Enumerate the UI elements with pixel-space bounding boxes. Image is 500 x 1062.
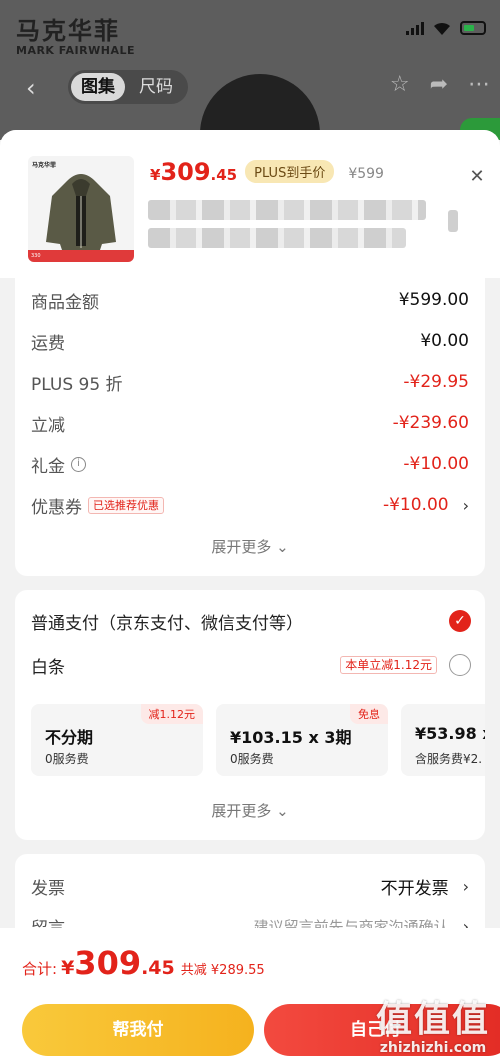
chevron-right-icon: › [462, 876, 469, 896]
row-label: 优惠券 已选推荐优惠 [31, 493, 164, 518]
row-coupon[interactable]: 优惠券 已选推荐优惠 -¥10.00 › [31, 493, 469, 518]
total-decimal: .45 [141, 957, 175, 979]
price-integer: 309 [160, 158, 211, 186]
top-actions: ☆ ➦ ⋯ [390, 72, 490, 97]
chevron-down-icon: ⌄ [276, 802, 289, 820]
row-shipping: 运费 ¥0.00 [31, 329, 469, 354]
total-saved: 共减 ¥289.55 [180, 963, 265, 978]
watermark: 值值值 zhizhizhi.com [375, 999, 490, 1057]
chevron-right-icon: › [462, 495, 469, 515]
product-thumbnail: 马克华菲 330 [28, 156, 134, 262]
row-label: 运费 [31, 333, 65, 354]
row-value: ¥599.00 [398, 290, 469, 310]
gallery-size-tabs: 图集 尺码 [68, 70, 188, 104]
coupon-label: 优惠券 [31, 497, 82, 518]
original-price: ¥599 [348, 166, 384, 182]
expand-label: 展开更多 [211, 802, 272, 820]
normal-payment-option[interactable]: 普通支付（京东支付、微信支付等） ✓ [31, 608, 471, 634]
installment-title: ¥103.15 x 3期 [230, 728, 352, 747]
installment-option[interactable]: 减1.12元 不分期 0服务费 [31, 704, 203, 776]
row-instant-discount: 立减 -¥239.60 [31, 411, 469, 436]
status-bar [406, 20, 486, 36]
row-label: 商品金额 [31, 292, 99, 313]
brand-logo-en: MARK FAIRWHALE [16, 44, 135, 57]
help-me-pay-button[interactable]: 帮我付 [22, 1004, 254, 1056]
row-gift-money: 礼金 i -¥10.00 [31, 452, 469, 477]
payment-card: 普通支付（京东支付、微信支付等） ✓ 白条 本单立减1.12元 减1.12元 不… [15, 590, 485, 840]
product-summary: 马克华菲 330 ¥ 309 .45 PLUS到手价 ¥599 ✕ [0, 130, 500, 278]
normal-payment-label: 普通支付（京东支付、微信支付等） [31, 613, 303, 634]
tab-size[interactable]: 尺码 [129, 73, 183, 101]
row-value: -¥239.60 [392, 413, 469, 433]
tab-gallery[interactable]: 图集 [71, 73, 125, 101]
checkout-footer: 合计: ¥ 309 .45 共减 ¥289.55 帮我付 自己付 值值值 zhi… [0, 928, 500, 1062]
row-label: PLUS 95 折 [31, 374, 123, 395]
expand-more-button[interactable]: 展开更多 ⌄ [15, 800, 485, 821]
thumbnail-promo-strip: 330 [28, 250, 134, 262]
star-icon[interactable]: ☆ [390, 72, 410, 97]
radio-checked-icon[interactable]: ✓ [449, 610, 471, 632]
back-icon[interactable]: ‹ [26, 74, 36, 102]
watermark-url: zhizhizhi.com [379, 1040, 487, 1056]
installment-title: 不分期 [45, 728, 94, 747]
invoice-value: 不开发票 [380, 878, 449, 899]
brand-logo: 马克华菲 MARK FAIRWHALE [16, 18, 135, 57]
expand-label: 展开更多 [211, 538, 272, 556]
jacket-image [46, 174, 116, 250]
row-value: -¥10.00 [382, 495, 449, 515]
wifi-icon [434, 22, 450, 35]
installment-corner-tag: 免息 [350, 704, 388, 724]
price-currency: ¥ [150, 166, 161, 184]
installment-option[interactable]: 免息 ¥103.15 x 3期 0服务费 [216, 704, 388, 776]
row-value: -¥29.95 [403, 372, 469, 392]
share-icon[interactable]: ➦ [430, 72, 448, 97]
watermark-logo: 值值值 [375, 999, 490, 1040]
row-value: -¥10.00 [403, 454, 469, 474]
product-title-blurred [448, 210, 458, 232]
row-plus-discount: PLUS 95 折 -¥29.95 [31, 370, 469, 395]
plus-price-tag: PLUS到手价 [245, 160, 335, 183]
total-amount: 合计: ¥ 309 .45 共减 ¥289.55 [22, 944, 265, 982]
info-icon[interactable]: i [71, 456, 86, 472]
row-value: ¥0.00 [420, 331, 469, 351]
row-label: 立减 [31, 415, 65, 436]
checkout-sheet: 马克华菲 330 ¥ 309 .45 PLUS到手价 ¥599 ✕ 商品金额 ¥… [0, 130, 500, 1062]
brand-logo-cn: 马克华菲 [16, 17, 120, 45]
product-title-blurred [148, 200, 426, 220]
total-label: 合计: [22, 960, 58, 978]
price-decimal: .45 [210, 166, 238, 184]
total-currency: ¥ [61, 957, 75, 979]
expand-more-button[interactable]: 展开更多 ⌄ [15, 536, 485, 557]
radio-unchecked-icon[interactable] [449, 654, 471, 676]
background-page: 马克华菲 MARK FAIRWHALE ‹ 图集 尺码 ☆ ➦ ⋯ [0, 0, 500, 140]
installment-option[interactable]: ¥53.98 x 含服务费¥2. [401, 704, 485, 776]
product-spec-blurred [148, 228, 406, 248]
signal-icon [406, 21, 424, 35]
row-label: 礼金 i [31, 452, 86, 477]
baitiao-label: 白条 [31, 657, 65, 678]
installment-corner-tag: 减1.12元 [140, 704, 203, 724]
gift-money-label: 礼金 [31, 456, 65, 477]
more-icon[interactable]: ⋯ [468, 72, 490, 97]
close-icon[interactable]: ✕ [466, 166, 488, 188]
installment-title: ¥53.98 x [415, 724, 485, 743]
installment-fee: 含服务费¥2. [415, 752, 483, 766]
invoice-row[interactable]: 发票 不开发票 › [31, 874, 469, 899]
invoice-label: 发票 [31, 878, 65, 899]
installment-fee: 0服务费 [230, 752, 274, 766]
row-goods-amount: 商品金额 ¥599.00 [31, 288, 469, 313]
recommended-coupon-badge: 已选推荐优惠 [88, 496, 164, 514]
price-breakdown-card: 商品金额 ¥599.00 运费 ¥0.00 PLUS 95 折 -¥29.95 … [15, 278, 485, 576]
baitiao-option[interactable]: 白条 本单立减1.12元 [31, 652, 471, 678]
total-integer: 309 [74, 944, 142, 982]
product-price: ¥ 309 .45 PLUS到手价 ¥599 [150, 158, 384, 186]
chevron-down-icon: ⌄ [276, 538, 289, 556]
battery-icon [460, 21, 486, 35]
installment-fee: 0服务费 [45, 752, 89, 766]
baitiao-discount-tag: 本单立减1.12元 [340, 656, 437, 674]
